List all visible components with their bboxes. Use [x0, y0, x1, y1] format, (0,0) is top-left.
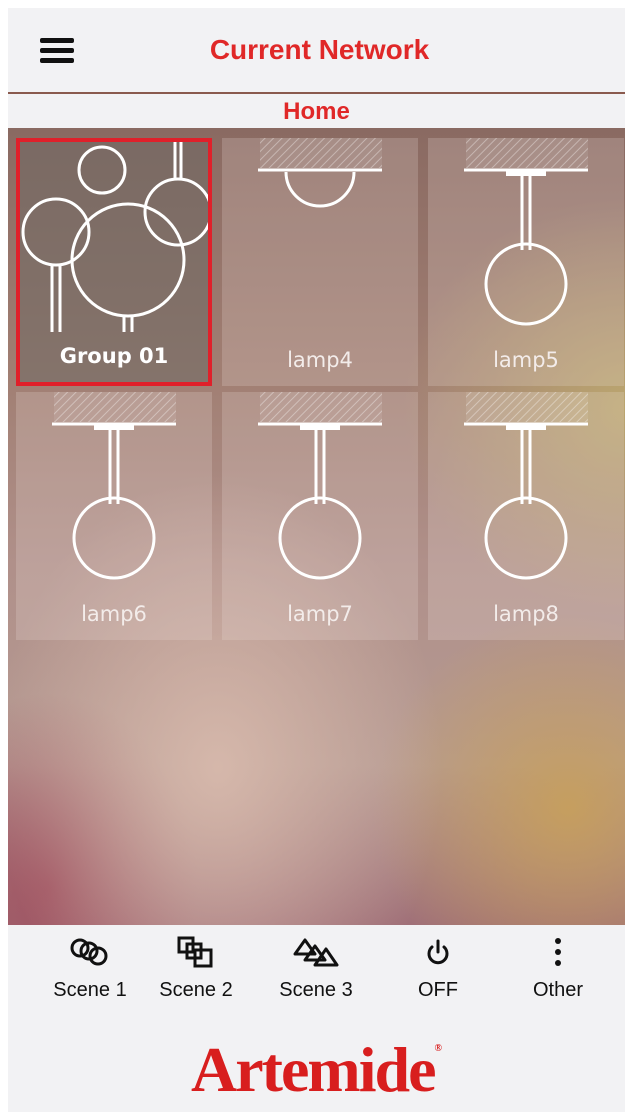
app: Current Network Home Group 01 lamp4 lamp… [8, 8, 625, 1112]
tile-lamp7[interactable]: lamp7 [222, 392, 418, 640]
scene3-label: Scene 3 [279, 979, 353, 1001]
more-vertical-icon [508, 933, 608, 971]
tile-label: lamp5 [493, 348, 559, 372]
tile-lamp6[interactable]: lamp6 [16, 392, 212, 640]
scene1-label: Scene 1 [53, 979, 127, 1001]
bottom-toolbar: Scene 1 Scene 2 Scene 3 OFF Other Artemi… [8, 925, 625, 1112]
tile-lamp8[interactable]: lamp8 [428, 392, 624, 640]
power-icon [388, 933, 488, 971]
scene2-button[interactable]: Scene 2 [146, 933, 246, 1002]
tile-label: lamp8 [493, 602, 559, 626]
scene1-icon [40, 933, 140, 971]
scene2-icon [146, 933, 246, 971]
other-button[interactable]: Other [508, 933, 608, 1002]
lamp-grid-area: Group 01 lamp4 lamp5 lamp6 lamp7 lamp8 [8, 128, 625, 925]
top-bar: Current Network [8, 8, 625, 94]
tile-group-01[interactable]: Group 01 [16, 138, 212, 386]
tile-lamp5[interactable]: lamp5 [428, 138, 624, 386]
page-title: Current Network [209, 34, 430, 65]
logo-text: Artemide [191, 1034, 436, 1105]
tile-label: lamp7 [287, 602, 353, 626]
scene3-icon [266, 933, 366, 971]
room-title: Home [8, 96, 625, 128]
other-label: Other [532, 979, 584, 1001]
tile-lamp4[interactable]: lamp4 [222, 138, 418, 386]
artemide-logo: Artemide® [191, 1034, 442, 1105]
scene1-button[interactable]: Scene 1 [40, 933, 140, 1002]
scene2-label: Scene 2 [159, 979, 233, 1001]
off-button[interactable]: OFF [388, 933, 488, 1002]
tile-label: lamp4 [287, 348, 353, 372]
tile-label: lamp6 [81, 602, 147, 626]
tile-label: Group 01 [59, 344, 169, 368]
scene3-button[interactable]: Scene 3 [266, 933, 366, 1002]
off-label: OFF [418, 979, 458, 1001]
